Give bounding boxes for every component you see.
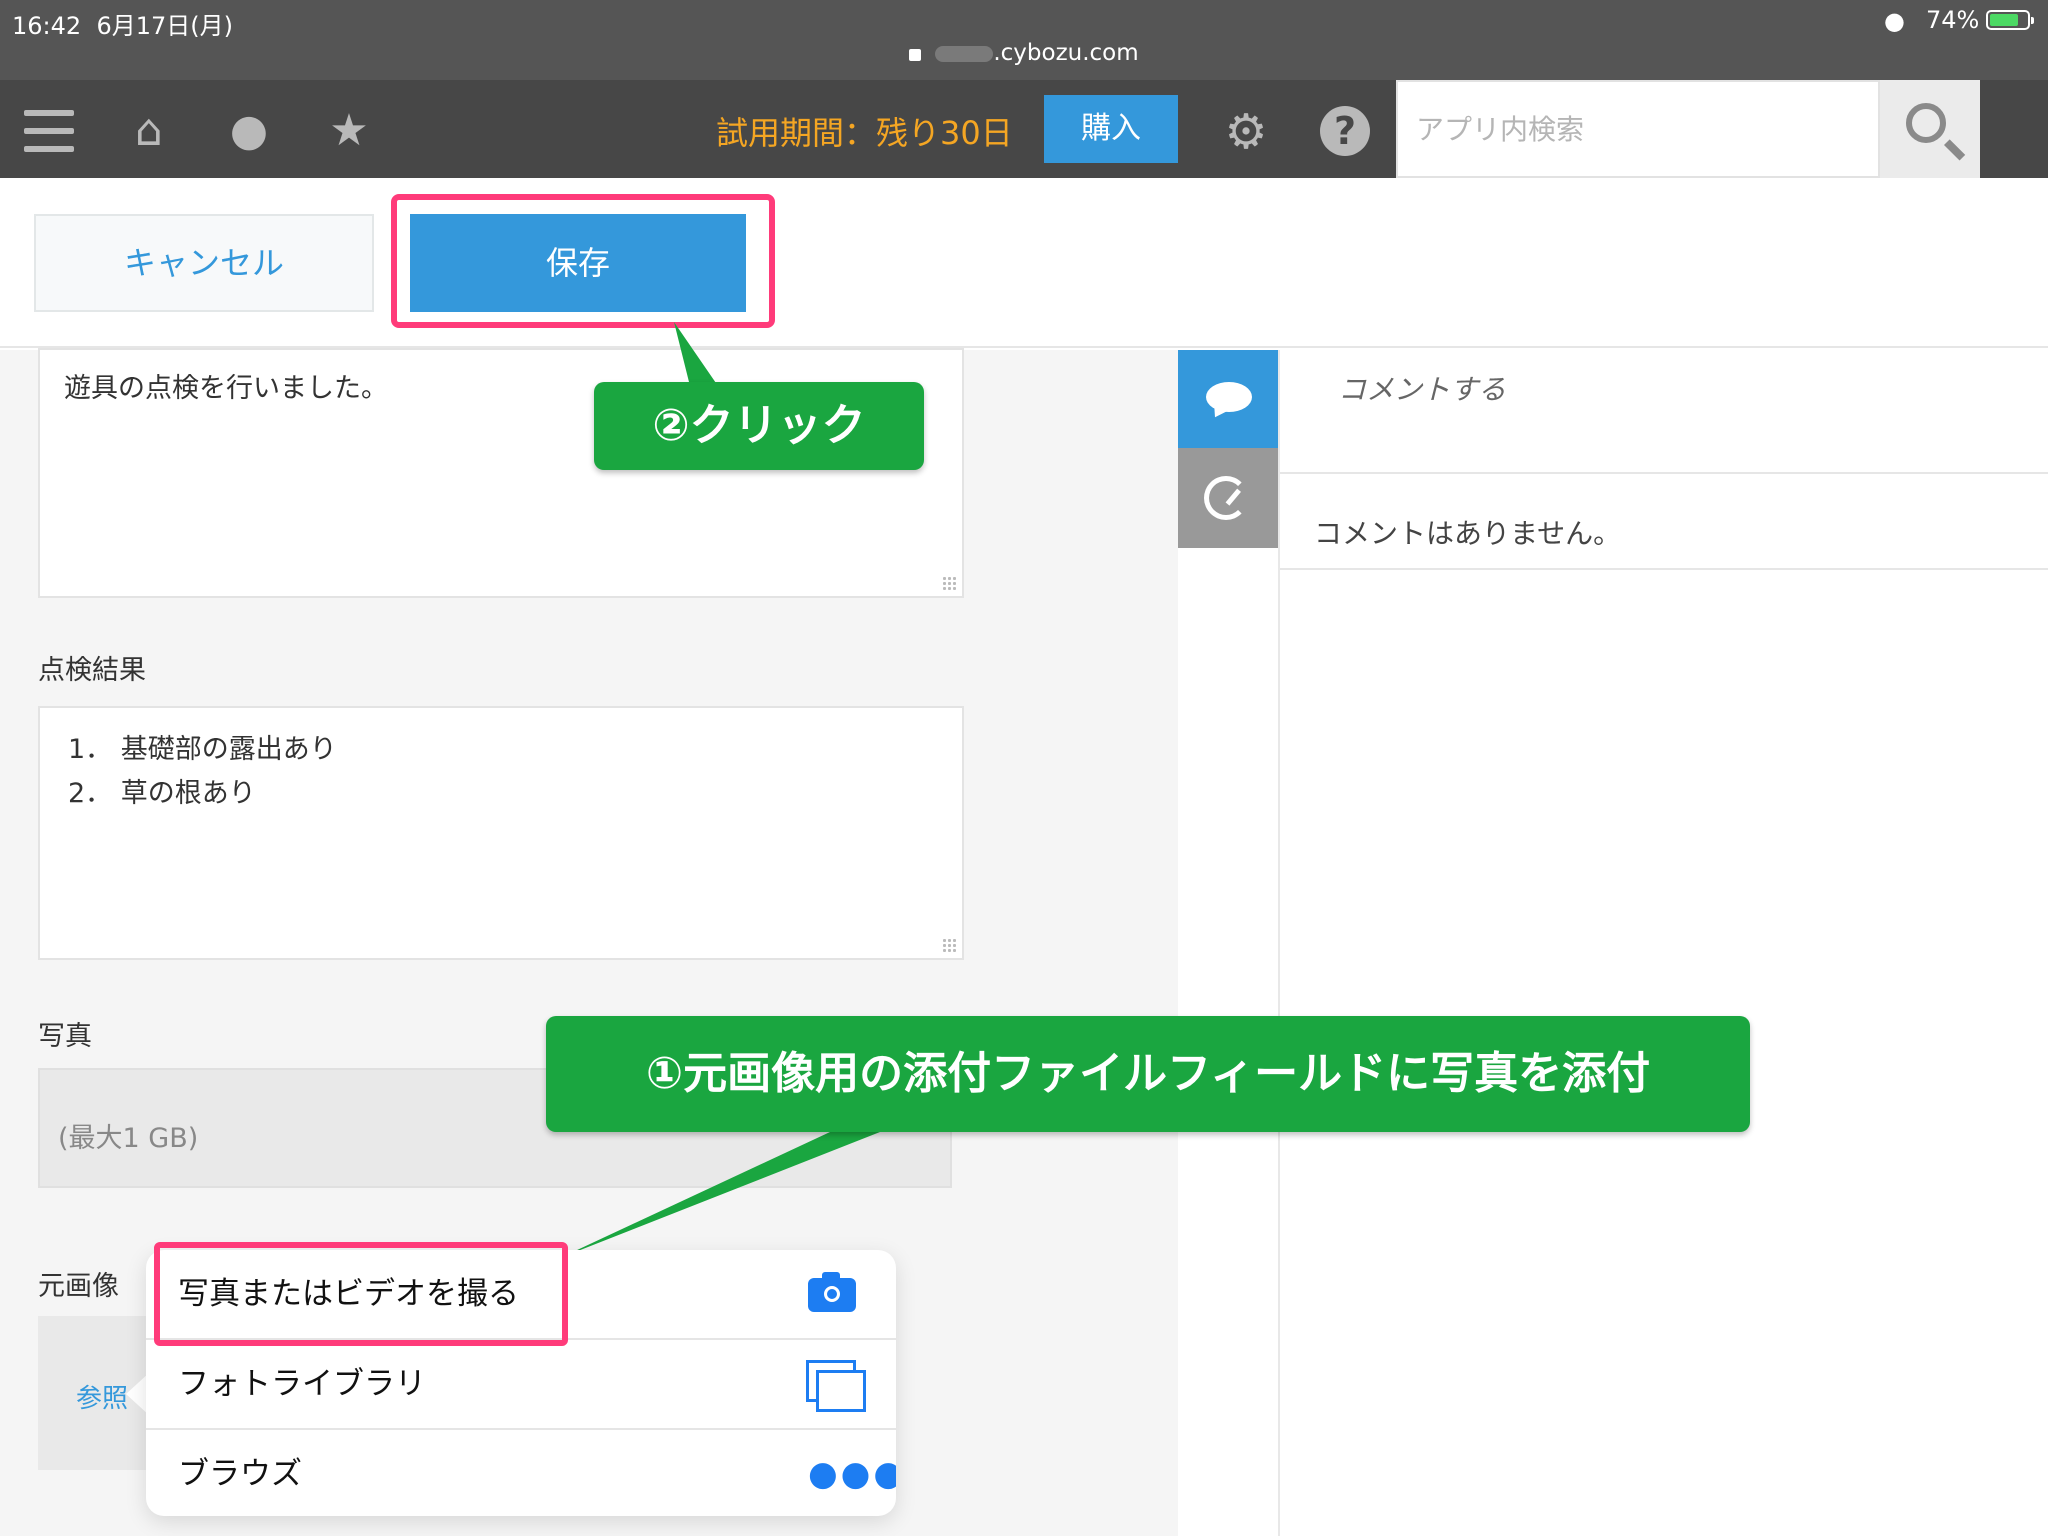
attach-callout-pointer	[560, 1132, 880, 1258]
camera-lens	[824, 1286, 840, 1302]
attach-instruction-callout: ①元画像用の添付ファイルフィールドに写真を添付	[546, 1016, 1750, 1132]
photo-library-option[interactable]: フォトライブラリ	[146, 1340, 896, 1428]
click-instruction-callout: ②クリック	[594, 382, 924, 470]
browse-option[interactable]: ブラウズ	[146, 1430, 896, 1516]
option-label: ブラウズ	[178, 1456, 302, 1492]
option-label: フォトライブラリ	[178, 1366, 426, 1402]
photo-library-icon	[806, 1360, 866, 1412]
camera-option-highlight-box	[154, 1242, 568, 1346]
click-callout-pointer	[674, 322, 718, 386]
camera-icon	[808, 1272, 856, 1312]
more-icon: ●●●	[808, 1454, 896, 1494]
